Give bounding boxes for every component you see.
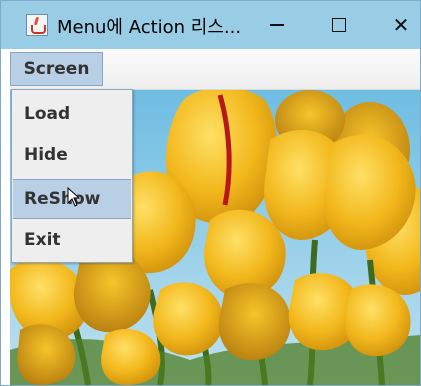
menu-item-exit[interactable]: Exit: [13, 220, 131, 260]
menu-item-load[interactable]: Load: [13, 94, 131, 134]
java-cup-icon: [26, 14, 48, 36]
minimize-button[interactable]: [257, 11, 297, 39]
maximize-icon: [332, 18, 346, 32]
close-button[interactable]: ✕: [381, 11, 421, 39]
window-title: Menu에 Action 리스...: [57, 17, 242, 38]
menu-item-hide[interactable]: Hide: [13, 135, 131, 175]
close-icon: ✕: [392, 13, 410, 37]
menu-screen[interactable]: Screen: [10, 52, 103, 86]
menu-bar: Screen: [10, 49, 420, 90]
screen-popup-menu: Load Hide ReShow Exit: [11, 89, 133, 263]
application-window: Menu에 Action 리스... ✕ Screen Load Hide Re…: [0, 0, 421, 386]
title-bar[interactable]: Menu에 Action 리스... ✕: [1, 1, 420, 49]
mouse-cursor-icon: [67, 187, 81, 207]
maximize-button[interactable]: [319, 11, 359, 39]
minimize-icon: [270, 24, 284, 26]
